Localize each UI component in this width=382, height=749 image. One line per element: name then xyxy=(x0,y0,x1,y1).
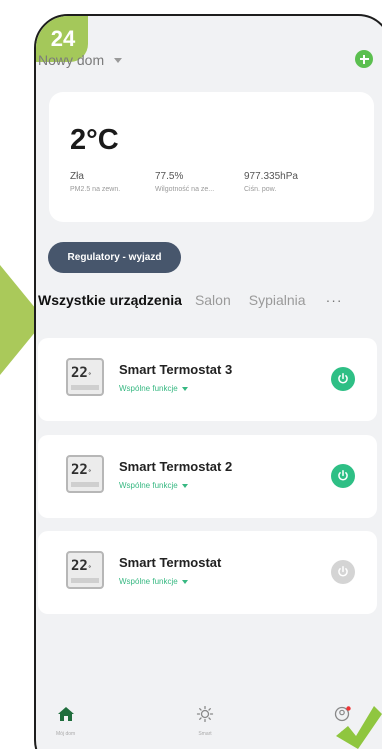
metric-label: Ciśn. pow. xyxy=(244,186,277,193)
metric-label: Wilgotność na ze... xyxy=(155,186,215,193)
sun-icon xyxy=(196,705,214,723)
metric-pressure: 977.335hPa Ciśn. pow. xyxy=(244,171,298,193)
device-functions-link[interactable]: Wspólne funkcje xyxy=(119,577,188,586)
tab-sypialnia[interactable]: Sypialnia xyxy=(249,292,306,308)
nav-smart[interactable]: Smart xyxy=(196,705,214,737)
tab-all-devices[interactable]: Wszystkie urządzenia xyxy=(38,292,182,308)
device-name: Smart Termostat 3 xyxy=(119,362,233,377)
power-button[interactable] xyxy=(331,464,355,488)
metric-label: PM2.5 na zewn. xyxy=(70,186,121,193)
device-functions-link[interactable]: Wspólne funkcje xyxy=(119,384,188,393)
device-name: Smart Termostat xyxy=(119,555,222,570)
room-tabs: Wszystkie urządzenia Salon Sypialnia ··· xyxy=(34,292,382,308)
device-card[interactable]: 22° Smart Termostat Wspólne funkcje xyxy=(38,531,377,614)
add-device-button[interactable] xyxy=(355,50,373,68)
metric-value: 977.335hPa xyxy=(244,171,298,182)
bottom-nav: Mój dom Smart Ja xyxy=(34,705,382,749)
thermostat-icon: 22° xyxy=(66,358,104,396)
scene-button[interactable]: Regulatory - wyjazd xyxy=(48,242,181,273)
device-name: Smart Termostat 2 xyxy=(119,459,233,474)
nav-home-label: Mój dom xyxy=(56,731,76,737)
thermostat-lcd: 22° xyxy=(71,462,92,478)
screen: 24 Nowy dom 2°C Zła PM2.5 na zewn. 77.5%… xyxy=(0,0,382,749)
thermostat-lcd: 22° xyxy=(71,365,92,381)
nav-smart-label: Smart xyxy=(198,731,212,737)
tab-salon[interactable]: Salon xyxy=(195,292,231,308)
more-tabs-button[interactable]: ··· xyxy=(326,292,343,308)
metric-pm25: Zła PM2.5 na zewn. xyxy=(70,171,120,193)
power-button[interactable] xyxy=(331,367,355,391)
metric-value: Zła xyxy=(70,171,84,182)
home-icon xyxy=(57,707,74,721)
temperature: 2°C xyxy=(70,124,119,156)
checkmark-icon xyxy=(336,706,382,749)
thermostat-lcd: 22° xyxy=(71,558,92,574)
chevron-down-icon xyxy=(114,57,123,63)
home-selector[interactable]: Nowy dom xyxy=(38,52,123,68)
thermostat-icon: 22° xyxy=(66,551,104,589)
power-icon xyxy=(338,372,348,384)
weather-card[interactable] xyxy=(49,92,374,222)
metric-value: 77.5% xyxy=(155,171,184,182)
home-name: Nowy dom xyxy=(38,52,105,68)
device-card[interactable]: 22° Smart Termostat 3 Wspólne funkcje xyxy=(38,338,377,421)
nav-home[interactable]: Mój dom xyxy=(56,706,75,737)
thermostat-icon: 22° xyxy=(66,455,104,493)
power-button[interactable] xyxy=(331,560,355,584)
metric-humidity: 77.5% Wilgotność na ze... xyxy=(155,171,214,193)
power-icon xyxy=(338,469,348,481)
power-icon xyxy=(338,565,348,577)
device-card[interactable]: 22° Smart Termostat 2 Wspólne funkcje xyxy=(38,435,377,518)
device-functions-link[interactable]: Wspólne funkcje xyxy=(119,481,188,490)
